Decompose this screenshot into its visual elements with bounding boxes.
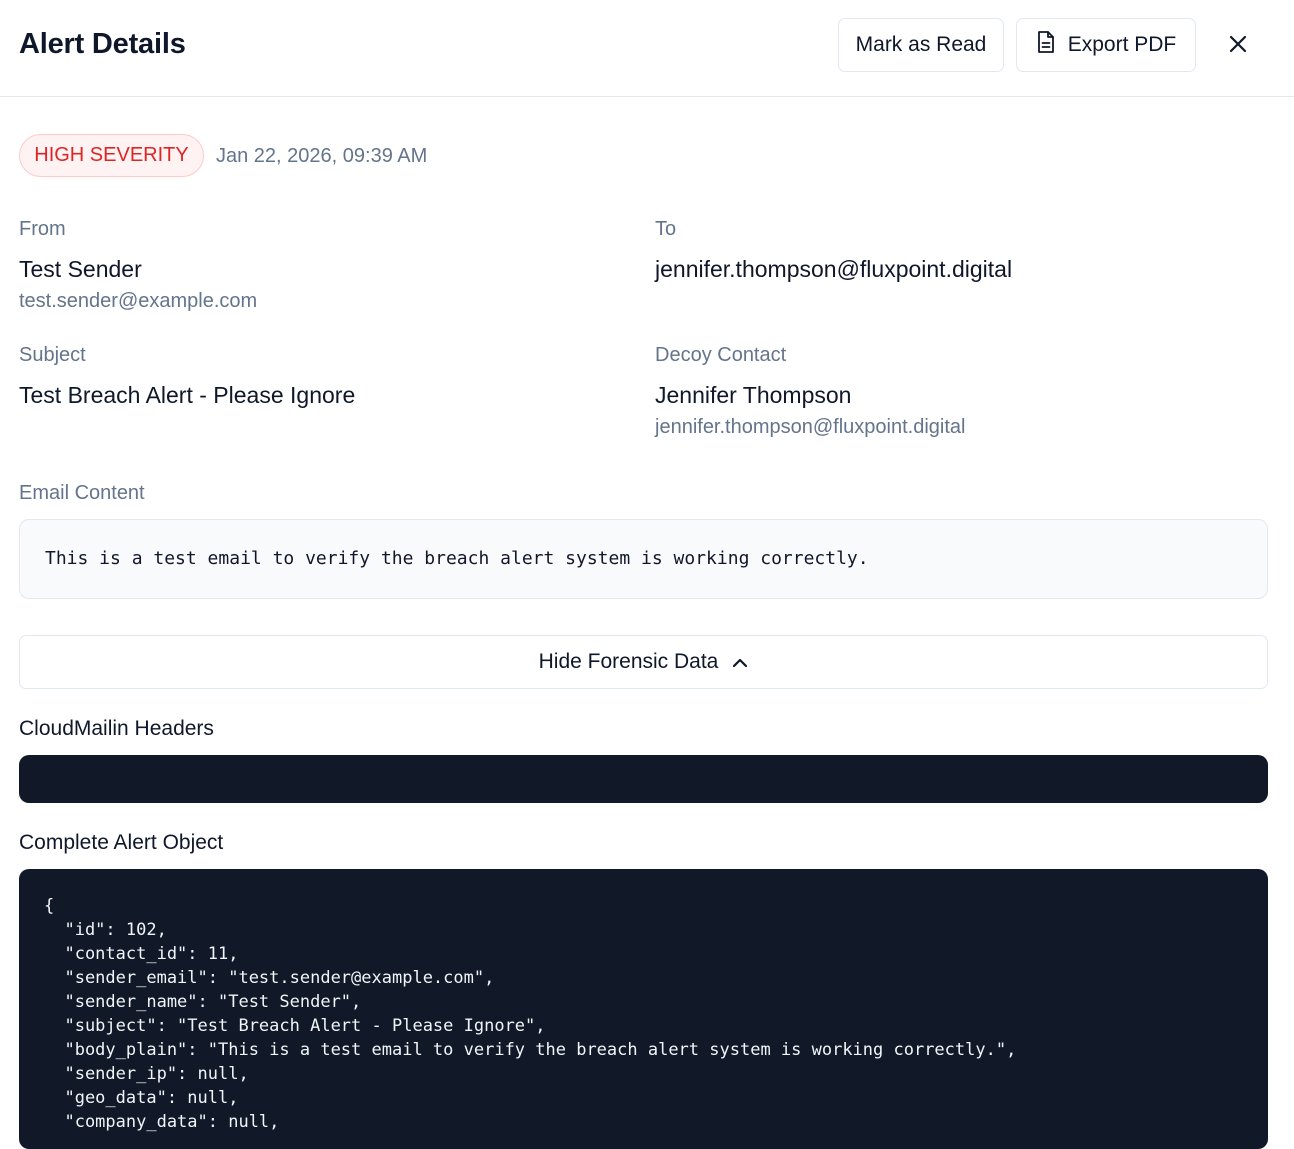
json-line: { [44,896,55,916]
json-line: "body_plain": "This is a test email to v… [44,1040,1017,1060]
mark-as-read-label: Mark as Read [855,33,987,56]
toggle-forensic-data-button[interactable]: Hide Forensic Data [19,635,1268,689]
cloudmailin-headers-title: CloudMailin Headers [19,717,214,740]
chevron-up-icon [732,650,748,674]
recipient-email: jennifer.thompson@fluxpoint.digital [655,256,1013,282]
alert-object-title: Complete Alert Object [19,831,224,854]
email-content-label: Email Content [19,482,145,504]
toggle-forensic-label: Hide Forensic Data [538,650,719,673]
json-line: "sender_email": "test.sender@example.com… [44,968,495,988]
from-label: From [19,218,66,240]
export-pdf-button[interactable]: Export PDF [1016,18,1196,72]
sender-email: test.sender@example.com [19,290,258,312]
close-button[interactable] [1222,30,1254,62]
email-content-box: This is a test email to verify the breac… [19,519,1268,599]
severity-badge: HIGH SEVERITY [19,134,204,177]
to-label: To [655,218,677,240]
document-icon [1036,30,1056,60]
decoy-contact-name: Jennifer Thompson [655,382,852,408]
cloudmailin-headers-panel [19,755,1268,803]
close-icon [1229,35,1247,58]
sender-name: Test Sender [19,256,142,282]
json-line: "company_data": null, [44,1112,280,1132]
json-line: "contact_id": 11, [44,944,239,964]
json-line: "id": 102, [44,920,167,940]
subject-label: Subject [19,344,86,366]
export-pdf-label: Export PDF [1067,33,1177,56]
dialog-header: Alert Details Mark as Read Export PDF [0,0,1294,97]
json-line: "subject": "Test Breach Alert - Please I… [44,1016,546,1036]
subject-value: Test Breach Alert - Please Ignore [19,382,356,408]
json-line: "geo_data": null, [44,1088,239,1108]
page-title: Alert Details [19,28,186,60]
json-line: "sender_ip": null, [44,1064,249,1084]
alert-timestamp: Jan 22, 2026, 09:39 AM [216,145,428,167]
json-line: "sender_name": "Test Sender", [44,992,362,1012]
mark-as-read-button[interactable]: Mark as Read [838,18,1004,72]
decoy-contact-label: Decoy Contact [655,344,787,366]
alert-object-json[interactable]: { "id": 102, "contact_id": 11, "sender_e… [19,869,1268,1149]
decoy-contact-email: jennifer.thompson@fluxpoint.digital [655,416,966,438]
